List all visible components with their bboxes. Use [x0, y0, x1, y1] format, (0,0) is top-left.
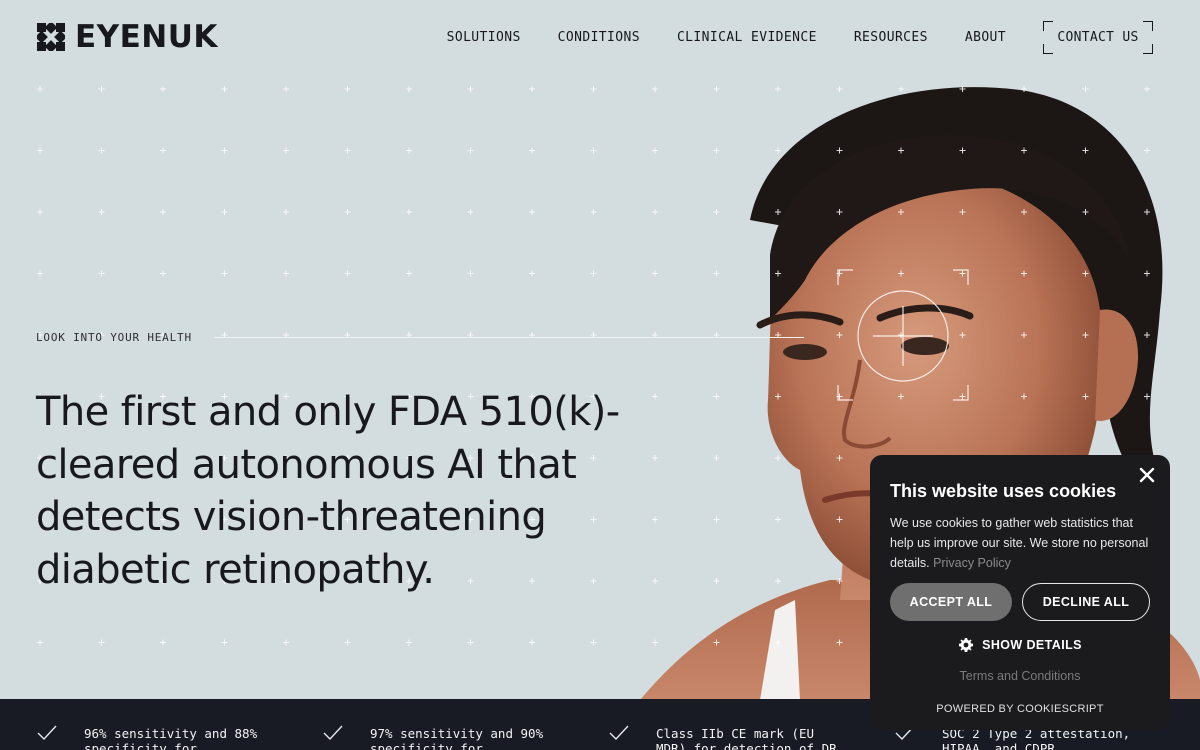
plus-mark-icon [283, 270, 289, 277]
stat-item: 96% sensitivity and 88% specificity for … [0, 699, 286, 750]
plus-mark-icon [467, 270, 474, 277]
plus-mark-icon [344, 86, 351, 92]
stat-item: 97% sensitivity and 90% specificity for … [286, 699, 572, 750]
plus-mark-icon [406, 270, 412, 277]
plus-mark-icon [529, 86, 535, 92]
contact-us-button[interactable]: CONTACT US [1043, 21, 1153, 54]
cookie-body-text: We use cookies to gather web statistics … [890, 516, 1149, 570]
plus-mark-icon [529, 147, 535, 154]
plus-mark-icon [98, 147, 105, 154]
logo-text: EYENUK [75, 19, 218, 55]
plus-mark-icon [160, 270, 166, 277]
plus-mark-icon [221, 147, 228, 154]
plus-mark-icon [283, 86, 289, 92]
check-icon [609, 725, 629, 741]
close-icon[interactable] [1137, 465, 1157, 485]
nav-item-solutions[interactable]: SOLUTIONS [447, 22, 521, 54]
contact-us-label: CONTACT US [1057, 30, 1139, 45]
plus-mark-icon [467, 639, 474, 646]
corner-bracket-icon [1043, 21, 1053, 31]
stat-text: 96% sensitivity and 88% specificity for … [84, 726, 258, 750]
eyebrow-divider [214, 337, 804, 338]
plus-mark-icon [221, 270, 228, 277]
plus-mark-icon [37, 270, 43, 277]
show-details-button[interactable]: SHOW DETAILS [870, 637, 1170, 653]
show-details-label: SHOW DETAILS [982, 638, 1082, 652]
plus-mark-icon [98, 270, 105, 277]
nav-item-resources[interactable]: RESOURCES [854, 22, 928, 54]
plus-mark-icon [406, 86, 412, 92]
plus-mark-icon [160, 86, 166, 92]
plus-mark-icon [529, 270, 535, 277]
plus-mark-icon [221, 209, 228, 215]
plus-mark-icon [344, 209, 351, 215]
plus-mark-icon [344, 147, 351, 154]
plus-mark-icon [37, 209, 43, 215]
accept-all-button[interactable]: ACCEPT ALL [890, 583, 1012, 621]
cookie-consent-dialog: This website uses cookies We use cookies… [870, 455, 1170, 730]
plus-mark-icon [406, 147, 412, 154]
stat-item: Class IIb CE mark (EU MDR) for detection… [572, 699, 858, 750]
nav-item-conditions[interactable]: CONDITIONS [558, 22, 640, 54]
plus-mark-icon [467, 209, 474, 215]
logo[interactable]: EYENUK [37, 21, 218, 53]
plus-mark-icon [529, 209, 535, 215]
corner-bracket-icon [1143, 44, 1153, 54]
logo-mark-icon [37, 23, 65, 51]
plus-mark-icon [590, 209, 597, 215]
plus-mark-icon [406, 209, 412, 215]
plus-mark-icon [529, 639, 535, 646]
plus-mark-icon [98, 209, 105, 215]
corner-bracket-icon [1043, 44, 1053, 54]
site-header: EYENUK SOLUTIONS CONDITIONS CLINICAL EVI… [0, 0, 1200, 75]
plus-mark-icon [98, 639, 105, 646]
plus-mark-icon [160, 639, 166, 646]
plus-mark-icon [98, 86, 105, 92]
check-icon [37, 725, 57, 741]
powered-by-link[interactable]: POWERED BY COOKIESCRIPT [870, 703, 1170, 715]
hero-eyebrow: LOOK INTO YOUR HEALTH [36, 331, 192, 344]
corner-bracket-icon [1143, 21, 1153, 31]
plus-mark-icon [37, 147, 43, 154]
plus-mark-icon [467, 147, 474, 154]
cookie-title: This website uses cookies [890, 481, 1117, 501]
terms-link[interactable]: Terms and Conditions [870, 669, 1170, 683]
nav-item-clinical-evidence[interactable]: CLINICAL EVIDENCE [677, 22, 817, 54]
stat-text: 97% sensitivity and 90% specificity for … [370, 726, 544, 750]
plus-mark-icon [344, 639, 351, 646]
gear-icon [959, 638, 974, 652]
check-icon [323, 725, 343, 741]
plus-mark-icon [590, 270, 597, 277]
plus-mark-icon [221, 86, 228, 92]
plus-mark-icon [221, 639, 228, 646]
plus-mark-icon [590, 86, 597, 92]
plus-mark-icon [283, 147, 289, 154]
plus-mark-icon [160, 209, 166, 215]
plus-mark-icon [590, 639, 597, 646]
plus-mark-icon [37, 639, 43, 646]
plus-mark-icon [344, 270, 351, 277]
plus-mark-icon [590, 147, 597, 154]
cookie-message: We use cookies to gather web statistics … [890, 513, 1152, 573]
decline-all-button[interactable]: DECLINE ALL [1022, 583, 1150, 621]
plus-mark-icon [283, 209, 289, 215]
plus-mark-icon [406, 639, 412, 646]
plus-mark-icon [37, 86, 43, 92]
nav-item-about[interactable]: ABOUT [965, 22, 1006, 54]
privacy-policy-link[interactable]: Privacy Policy [933, 556, 1011, 570]
stat-text: Class IIb CE mark (EU MDR) for detection… [656, 726, 845, 750]
hero-headline: The first and only FDA 510(k)-cleared au… [36, 389, 620, 593]
plus-mark-icon [160, 147, 166, 154]
plus-mark-icon [467, 86, 474, 92]
main-nav: SOLUTIONS CONDITIONS CLINICAL EVIDENCE R… [410, 21, 1153, 54]
plus-mark-icon [283, 639, 289, 646]
